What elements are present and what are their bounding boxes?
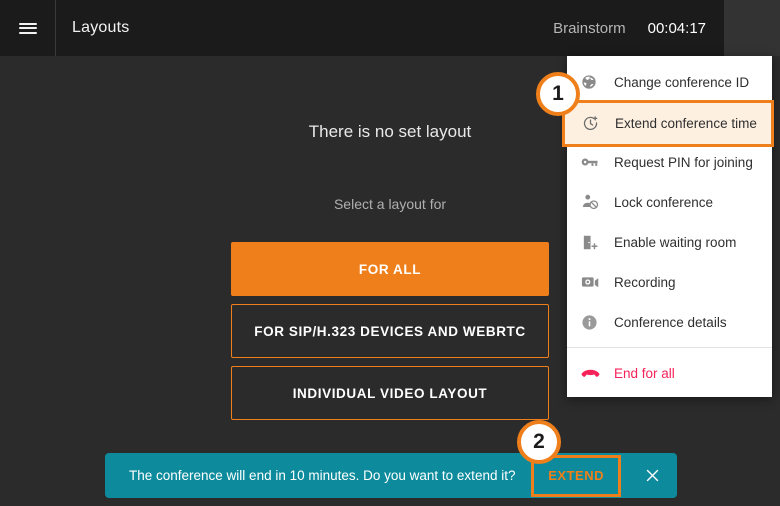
overflow-menu-button[interactable]	[724, 0, 780, 56]
globe-icon	[581, 73, 603, 91]
menu-item-lock-conference[interactable]: Lock conference	[567, 182, 772, 222]
page-title: Layouts	[72, 19, 130, 36]
layout-buttons-group: FOR ALL FOR SIP/H.323 DEVICES AND WEBRTC…	[231, 242, 549, 420]
conference-options-menu: Change conference ID Extend conference t…	[562, 56, 774, 397]
menu-item-label: Enable waiting room	[614, 234, 737, 250]
conference-name: Brainstorm	[553, 19, 626, 37]
menu-item-label: End for all	[614, 365, 675, 381]
layout-button-individual-video[interactable]: INDIVIDUAL VIDEO LAYOUT	[231, 366, 549, 420]
info-icon	[581, 313, 603, 331]
key-icon	[581, 153, 603, 171]
hangup-phone-icon	[581, 364, 603, 382]
menu-item-label: Lock conference	[614, 194, 714, 210]
select-layout-subtitle: Select a layout for	[333, 196, 447, 212]
layout-button-for-all[interactable]: FOR ALL	[231, 242, 549, 296]
hamburger-icon	[18, 20, 37, 36]
person-block-icon	[581, 193, 603, 211]
menu-item-change-conference-id[interactable]: Change conference ID	[567, 62, 772, 102]
close-icon	[645, 468, 660, 483]
hamburger-menu-button[interactable]	[0, 0, 56, 56]
toast-close-button[interactable]	[635, 453, 669, 498]
menu-item-label: Change conference ID	[614, 74, 750, 90]
menu-item-label: Recording	[614, 274, 676, 290]
menu-item-extend-conference-time[interactable]: Extend conference time	[562, 100, 774, 147]
toast-message: The conference will end in 10 minutes. D…	[129, 468, 516, 483]
menu-divider	[567, 347, 772, 348]
top-app-bar: Layouts Brainstorm 00:04:17	[0, 0, 780, 56]
video-camera-icon	[581, 273, 603, 291]
app-root: Layouts Brainstorm 00:04:17 There is no …	[0, 0, 780, 506]
door-plus-icon	[581, 233, 603, 251]
menu-item-enable-waiting-room[interactable]: Enable waiting room	[567, 222, 772, 262]
menu-item-request-pin[interactable]: Request PIN for joining	[567, 142, 772, 182]
layout-button-sip-h323-webrtc[interactable]: FOR SIP/H.323 DEVICES AND WEBRTC	[231, 304, 549, 358]
callout-badge-2: 2	[517, 420, 561, 464]
conference-timer: 00:04:17	[647, 19, 706, 37]
menu-item-end-for-all[interactable]: End for all	[567, 353, 772, 393]
menu-item-recording[interactable]: Recording	[567, 262, 772, 302]
menu-item-label: Request PIN for joining	[614, 154, 753, 170]
no-layout-heading: There is no set layout	[308, 122, 472, 141]
callout-badge-1: 1	[536, 72, 580, 116]
conference-end-toast: The conference will end in 10 minutes. D…	[105, 453, 677, 498]
menu-item-label: Extend conference time	[615, 116, 757, 131]
clock-plus-icon	[582, 115, 604, 133]
menu-item-label: Conference details	[614, 314, 727, 330]
menu-item-conference-details[interactable]: Conference details	[567, 302, 772, 342]
